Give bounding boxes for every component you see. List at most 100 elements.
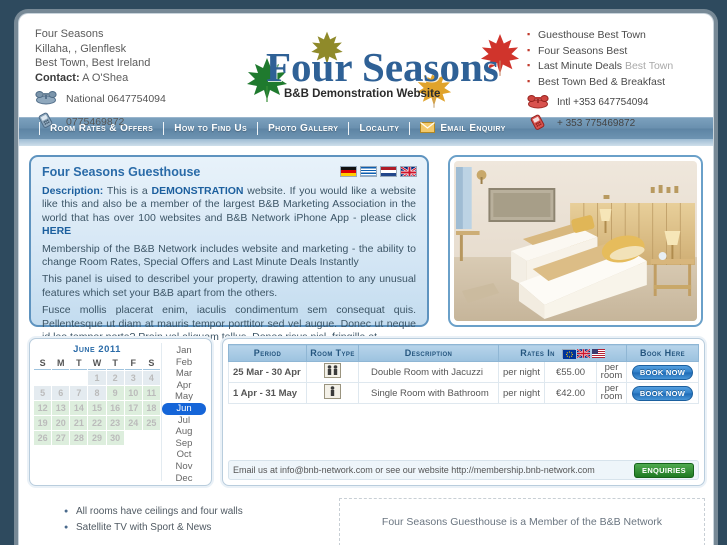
month-option-sep[interactable]: Sep — [162, 438, 206, 450]
list-item: All rooms have ceilings and four walls — [64, 504, 329, 520]
calendar-grid: June 2011 S M T W T F S 1 2 3 4 5 6 7 8 … — [33, 343, 161, 481]
description-text: Description: This is a DEMONSTRATION web… — [42, 185, 416, 344]
member-text: Four Seasons Guesthouse is a Member of t… — [381, 516, 663, 528]
calendar-day[interactable]: 18 — [142, 401, 160, 415]
month-option-feb[interactable]: Feb — [162, 357, 206, 369]
header-link-item[interactable]: Best Town Bed & Breakfast — [527, 74, 705, 91]
nav-divider — [39, 122, 40, 135]
calendar-day[interactable]: 28 — [70, 431, 88, 445]
header-contact-block: Four Seasons Killaha, , Glenflesk Best T… — [35, 27, 240, 131]
month-option-nov[interactable]: Nov — [162, 461, 206, 473]
calendar-day[interactable]: 14 — [70, 401, 88, 415]
header-link-item[interactable]: Four Seasons Best — [527, 43, 705, 60]
calendar-day[interactable]: 25 — [142, 416, 160, 430]
calendar-day[interactable]: 2 — [106, 371, 124, 385]
calendar-day[interactable]: 3 — [124, 371, 142, 385]
bedroom-photo-frame[interactable] — [448, 155, 703, 327]
calendar-day[interactable]: 9 — [106, 386, 124, 400]
calendar-day[interactable]: 27 — [52, 431, 70, 445]
calendar-day[interactable]: 13 — [52, 401, 70, 415]
here-link[interactable]: HERE — [42, 225, 71, 237]
calendar-day[interactable]: 26 — [34, 431, 52, 445]
greece-flag-icon[interactable] — [360, 166, 377, 177]
calendar-table: S M T W T F S 1 2 3 4 5 6 7 8 9 10 11 12… — [33, 357, 161, 446]
calendar-weekday-row: S M T W T F S — [34, 358, 160, 370]
col-period: Period — [228, 344, 307, 362]
calendar-day[interactable]: 24 — [124, 416, 142, 430]
eu-flag-icon[interactable] — [561, 349, 576, 359]
rates-header-row: Period Room Type Description Rates In Bo… — [228, 344, 699, 362]
weekday-header: M — [52, 358, 70, 370]
calendar-day[interactable]: 8 — [88, 386, 106, 400]
month-option-dec[interactable]: Dec — [162, 473, 206, 485]
calendar-day[interactable]: 4 — [142, 371, 160, 385]
book-now-button[interactable]: BOOK NOW — [631, 364, 694, 380]
header-links-block: Guesthouse Best Town Four Seasons Best L… — [527, 27, 705, 133]
calendar-day[interactable]: 12 — [34, 401, 52, 415]
month-option-jul[interactable]: Jul — [162, 415, 206, 427]
calendar-day[interactable]: 6 — [52, 386, 70, 400]
calendar-day[interactable]: 19 — [34, 416, 52, 430]
enquiries-button[interactable]: ENQUIRIES — [634, 462, 694, 478]
room-rates-panel: Period Room Type Description Rates In Bo… — [222, 338, 705, 486]
calendar-week-row: 1 2 3 4 — [34, 371, 160, 385]
calendar-day[interactable]: 11 — [142, 386, 160, 400]
rate-description: Single Room with Bathroom — [358, 382, 499, 404]
calendar-day[interactable]: 1 — [88, 371, 106, 385]
mobile-phone-icon-red — [527, 114, 549, 133]
nav-divider — [257, 122, 259, 135]
calendar-day[interactable]: 21 — [70, 416, 88, 430]
month-option-may[interactable]: May — [162, 391, 206, 403]
main-content: Four Seasons Guesthouse Description: Thi… — [19, 146, 713, 545]
calendar-day[interactable]: 20 — [52, 416, 70, 430]
month-option-oct[interactable]: Oct — [162, 449, 206, 461]
bedroom-photo — [454, 161, 697, 321]
col-book-here: Book Here — [626, 344, 699, 362]
month-option-jan[interactable]: Jan — [162, 345, 206, 357]
us-flag-icon[interactable] — [591, 349, 605, 358]
two-person-icon — [306, 361, 359, 383]
calendar-day[interactable]: 23 — [106, 416, 124, 430]
site-footer: All rooms have ceilings and four walls S… — [29, 498, 705, 545]
calendar-day[interactable]: 22 — [88, 416, 106, 430]
calendar-day[interactable]: 5 — [34, 386, 52, 400]
uk-flag-icon[interactable] — [576, 349, 590, 358]
one-person-icon — [306, 382, 359, 404]
nav-item-locality[interactable]: Locality — [359, 123, 399, 134]
rate-price: €55.00 — [544, 361, 597, 383]
header-link-item[interactable]: Last Minute Deals Best Town — [527, 58, 705, 75]
room-rates-table: Period Room Type Description Rates In Bo… — [228, 344, 699, 404]
calendar-day[interactable]: 15 — [88, 401, 106, 415]
nav-item-email-enquiry[interactable]: Email Enquiry — [420, 121, 505, 136]
rate-period: 1 Apr - 31 May — [228, 382, 307, 404]
calendar-day[interactable]: 30 — [106, 431, 124, 445]
month-option-aug[interactable]: Aug — [162, 426, 206, 438]
month-option-apr[interactable]: Apr — [162, 380, 206, 392]
logo-wordmark: Four Seasons — [266, 44, 499, 90]
intl-mobile-number: + 353 775469872 — [557, 117, 636, 129]
month-option-jun[interactable]: Jun — [162, 402, 206, 415]
nav-underline — [19, 139, 713, 146]
uk-flag-icon[interactable] — [400, 166, 417, 177]
site-logo[interactable]: Four Seasons B&B Demonstration Website — [234, 30, 554, 110]
book-now-button[interactable]: BOOK NOW — [631, 385, 694, 401]
national-phone-row: National 0647754094 — [35, 90, 240, 108]
germany-flag-icon[interactable] — [340, 166, 357, 177]
rate-unit: per room — [596, 361, 627, 383]
calendar-day[interactable]: 16 — [106, 401, 124, 415]
calendar-day[interactable]: 29 — [88, 431, 106, 445]
month-option-mar[interactable]: Mar — [162, 368, 206, 380]
contact-person: Contact: A O'Shea — [35, 71, 240, 86]
calendar-week-row: 19 20 21 22 23 24 25 — [34, 416, 160, 430]
calendar-day[interactable]: 7 — [70, 386, 88, 400]
table-row: 25 Mar - 30 Apr Double Room with Jacuzzi… — [228, 361, 699, 383]
header-link-item[interactable]: Guesthouse Best Town — [527, 27, 705, 44]
calendar-day[interactable]: 10 — [124, 386, 142, 400]
netherlands-flag-icon[interactable] — [380, 166, 397, 177]
member-banner: Four Seasons Guesthouse is a Member of t… — [339, 498, 705, 545]
mobile-phone-number: 0775469872 — [66, 115, 125, 128]
nav-item-photo-gallery[interactable]: Photo Gallery — [268, 123, 338, 134]
weekday-header: W — [88, 358, 106, 370]
calendar-day[interactable]: 17 — [124, 401, 142, 415]
rates-body: 25 Mar - 30 Apr Double Room with Jacuzzi… — [228, 361, 699, 404]
